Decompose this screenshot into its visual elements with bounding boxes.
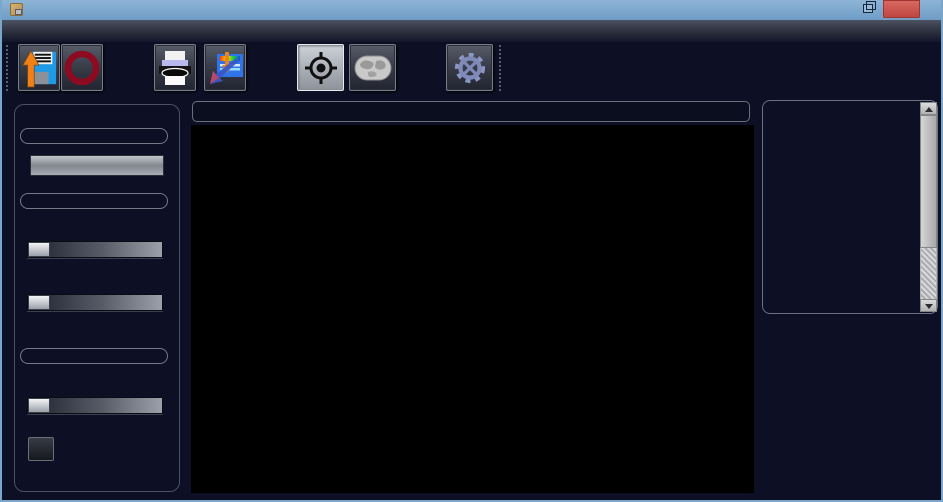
crosshair-icon	[303, 50, 339, 86]
restore-button[interactable]	[858, 0, 878, 18]
record-ring-icon	[62, 48, 102, 88]
transluzenz-slider[interactable]	[27, 397, 163, 414]
center-view-button[interactable]	[297, 44, 344, 91]
settings-button[interactable]	[446, 44, 493, 91]
menu-item-datei[interactable]	[4, 32, 24, 35]
printer-icon	[157, 49, 193, 87]
image-export-icon	[205, 48, 245, 88]
map-view-button[interactable]	[349, 44, 396, 91]
skalierung-slider[interactable]	[27, 294, 163, 311]
dataset-list	[766, 102, 916, 314]
minimize-button[interactable]	[833, 0, 853, 18]
datenzoom-slider[interactable]	[27, 241, 163, 258]
dataset-scrollbar	[920, 102, 937, 312]
transluzenz-slider-handle[interactable]	[28, 398, 50, 413]
group-label-terrain	[20, 193, 168, 209]
arrow-up-icon	[925, 107, 933, 112]
record-button[interactable]	[61, 44, 103, 91]
floppy-up-arrow-icon	[20, 47, 58, 89]
scrollbar-down-button[interactable]	[920, 299, 937, 312]
gear-icon	[452, 50, 488, 86]
toolbar-grip-2	[499, 45, 501, 91]
toolbar	[2, 42, 941, 95]
load-data-button[interactable]	[18, 44, 60, 91]
arrow-down-icon	[925, 304, 933, 309]
title-bar	[0, 0, 943, 20]
plot-title	[192, 101, 750, 122]
export-image-button[interactable]	[204, 44, 246, 91]
menu-item-bearbeiten[interactable]	[29, 32, 49, 35]
group-label-gitter	[20, 348, 168, 364]
print-button[interactable]	[154, 44, 196, 91]
surface-3d-view[interactable]	[191, 125, 754, 493]
close-button[interactable]	[883, 0, 920, 18]
scrollbar-thumb[interactable]	[920, 115, 937, 248]
restore-icon	[863, 4, 873, 13]
toolbar-grip	[6, 45, 8, 91]
scrollbar-track[interactable]	[921, 248, 936, 299]
menu-bar	[2, 20, 941, 42]
menu-item-hilfe[interactable]	[54, 32, 74, 35]
verdecken-checkbox[interactable]	[28, 437, 54, 461]
reset-view-button[interactable]	[30, 155, 164, 176]
app-icon	[10, 3, 23, 16]
globe-icon	[354, 55, 392, 81]
heatmap-top-view[interactable]	[758, 319, 930, 493]
group-label-ansicht	[20, 128, 168, 144]
scrollbar-up-button[interactable]	[920, 102, 937, 115]
datenzoom-slider-handle[interactable]	[28, 242, 50, 257]
skalierung-slider-handle[interactable]	[28, 295, 50, 310]
